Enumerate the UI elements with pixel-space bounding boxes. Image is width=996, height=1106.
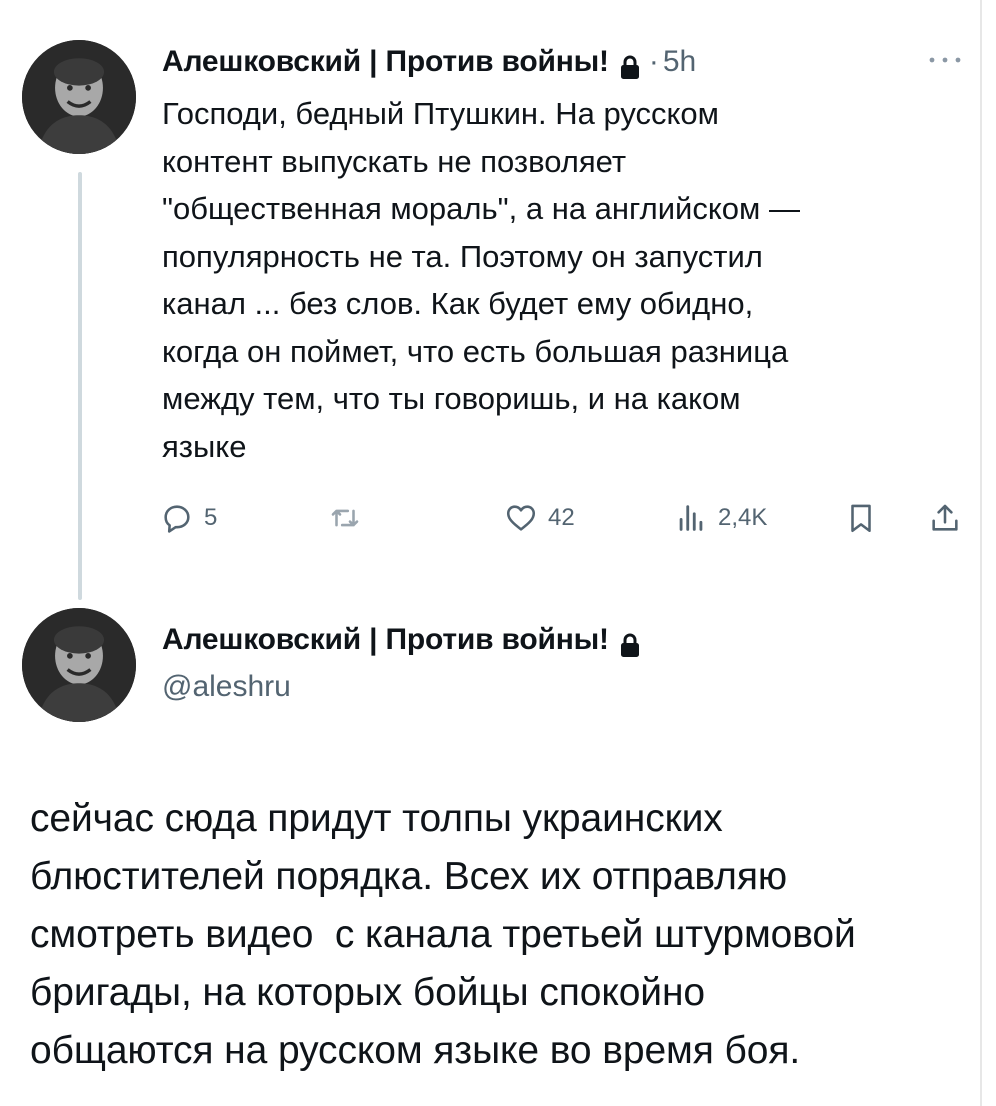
author-name[interactable]: Алешковский | Против войны! — [162, 618, 609, 662]
tweet-actions-bar: 5 42 2,4K — [160, 496, 970, 540]
tweet-text: Господи, бедный Птушкин. На русском конт… — [162, 96, 800, 464]
author-name[interactable]: Алешковский | Против войны! — [162, 40, 609, 84]
avatar-photo — [22, 608, 136, 722]
lock-icon — [619, 627, 641, 657]
tweet-header: Алешковский | Против войны! · 5h — [162, 40, 696, 84]
tweet-text: сейчас сюда придут толпы украинских блюс… — [30, 797, 856, 1072]
views-icon — [679, 505, 703, 531]
screen-edge-divider — [980, 0, 982, 1106]
tweet-header: Алешковский | Против войны! — [162, 618, 641, 662]
reply-count: 5 — [204, 504, 218, 531]
bookmark-icon — [851, 504, 871, 533]
bookmark-button[interactable] — [844, 496, 878, 540]
retweet-icon — [331, 509, 359, 527]
share-icon — [932, 504, 958, 531]
views-count: 2,4K — [718, 504, 768, 531]
author-handle[interactable]: @aleshru — [162, 665, 291, 709]
views-button[interactable]: 2,4K — [674, 496, 767, 540]
avatar-photo — [22, 40, 136, 154]
avatar[interactable] — [22, 40, 136, 154]
like-count: 42 — [548, 504, 575, 531]
heart-icon — [506, 505, 536, 531]
lock-icon — [619, 49, 641, 79]
like-button[interactable]: 42 — [504, 496, 575, 540]
header-separator: · — [648, 45, 659, 78]
reply-button[interactable]: 5 — [160, 496, 217, 540]
avatar[interactable] — [22, 608, 136, 722]
retweet-button[interactable] — [328, 496, 372, 540]
more-icon[interactable] — [928, 48, 962, 68]
tweet-timestamp[interactable]: 5h — [663, 40, 696, 84]
share-button[interactable] — [928, 496, 962, 540]
reply-icon — [164, 505, 190, 533]
thread-connector-line — [78, 172, 82, 600]
